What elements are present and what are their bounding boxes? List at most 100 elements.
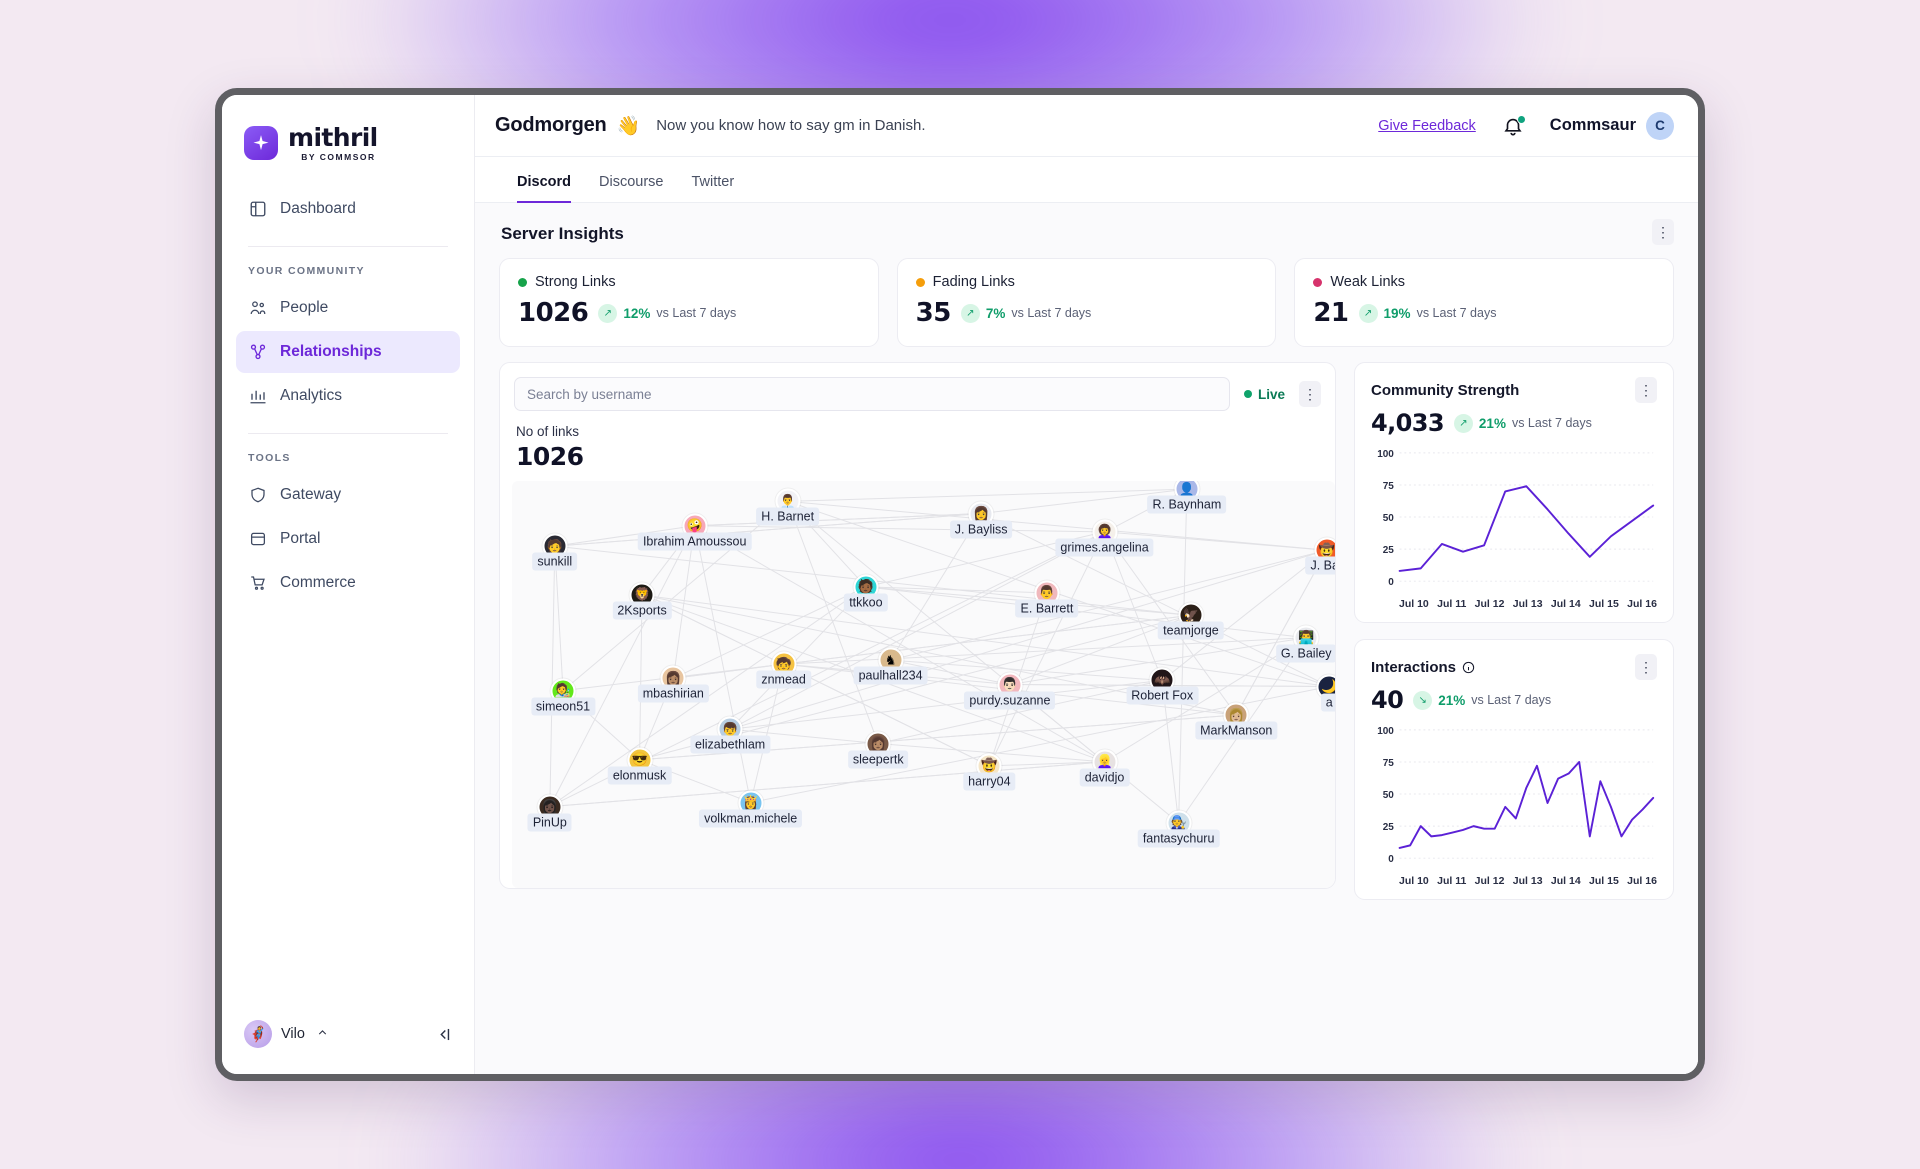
info-icon[interactable] bbox=[1462, 661, 1475, 674]
graph-node[interactable]: 🦅 teamjorge bbox=[1158, 602, 1224, 640]
top-bar-right: Give Feedback Commsaur C bbox=[1378, 111, 1674, 140]
workspace-name: Vilo bbox=[281, 1026, 305, 1042]
chevron-up-icon[interactable] bbox=[316, 1026, 329, 1042]
node-label: a bbox=[1320, 693, 1335, 712]
sidebar-item-relationships[interactable]: Relationships bbox=[236, 330, 460, 373]
svg-text:50: 50 bbox=[1383, 513, 1394, 524]
stat-card-body: 35 ↗ 7% vs Last 7 days bbox=[916, 298, 1258, 328]
node-label: MarkManson bbox=[1195, 721, 1278, 740]
svg-text:0: 0 bbox=[1388, 854, 1394, 865]
graph-node[interactable]: 🤪 Ibrahim Amoussou bbox=[637, 513, 752, 551]
stat-card-weak-links[interactable]: Weak Links 21 ↗ 19% vs Last 7 days bbox=[1294, 258, 1675, 347]
node-label: sunkill bbox=[532, 552, 578, 571]
stat-value: 1026 bbox=[518, 298, 589, 328]
graph-node[interactable]: 🤠J. Bar bbox=[1305, 537, 1335, 575]
sidebar-item-dashboard[interactable]: Dashboard bbox=[236, 188, 460, 230]
cart-icon bbox=[248, 573, 267, 592]
brand-subtitle: BY COMMSOR bbox=[301, 152, 376, 162]
x-tick-label: Jul 14 bbox=[1550, 875, 1581, 887]
workspace-switcher[interactable]: 🦸 Vilo bbox=[222, 1020, 474, 1074]
insights-menu-button[interactable]: ⋮ bbox=[1652, 219, 1674, 245]
node-label: PinUp bbox=[527, 813, 572, 832]
content-area: Server Insights ⋮ Strong Links 1026 ↗ 12… bbox=[475, 203, 1698, 1074]
sidebar: mithril BY COMMSOR Dashboard YOUR COMMUN… bbox=[222, 95, 475, 1074]
graph-node[interactable]: 👩🏽 sleepertk bbox=[847, 731, 909, 768]
graph-node[interactable]: 👩🏿 PinUp bbox=[527, 794, 572, 832]
trend-up-icon: ↗ bbox=[1358, 303, 1378, 323]
sidebar-item-commerce[interactable]: Commerce bbox=[236, 562, 460, 604]
graph-node[interactable]: 👨 E. Barrett bbox=[1015, 580, 1079, 618]
sidebar-item-analytics[interactable]: Analytics bbox=[236, 375, 460, 417]
graph-node[interactable]: 🧑‍🎨 simeon51 bbox=[530, 678, 596, 716]
graph-node[interactable]: 👩🏽 mbashirian bbox=[637, 665, 709, 703]
stat-card-body: 21 ↗ 19% vs Last 7 days bbox=[1313, 298, 1655, 328]
interactions-card: Interactions ⋮ 40 ↘ 21% vs Last 7 days 0… bbox=[1354, 639, 1674, 900]
graph-node[interactable]: 🧑 sunkill bbox=[532, 533, 578, 571]
notifications-button[interactable] bbox=[1502, 114, 1526, 137]
dashboard-icon bbox=[248, 199, 267, 218]
node-label: elonmusk bbox=[607, 766, 672, 785]
live-indicator[interactable]: Live bbox=[1243, 387, 1285, 402]
tab-discourse[interactable]: Discourse bbox=[599, 174, 663, 203]
stat-label: Strong Links bbox=[535, 274, 616, 290]
graph-node[interactable]: 🧑🏾 ttkkoo bbox=[844, 574, 888, 612]
node-label: harry04 bbox=[963, 772, 1016, 791]
stat-trend: ↗ 7% vs Last 7 days bbox=[960, 303, 1091, 323]
sidebar-item-portal[interactable]: Portal bbox=[236, 518, 460, 560]
sidebar-item-people[interactable]: People bbox=[236, 287, 460, 329]
tab-twitter[interactable]: Twitter bbox=[691, 174, 734, 203]
community-strength-menu-button[interactable]: ⋮ bbox=[1635, 377, 1657, 403]
brand-logo[interactable]: mithril BY COMMSOR bbox=[222, 119, 474, 162]
sidebar-item-gateway[interactable]: Gateway bbox=[236, 474, 460, 516]
interactions-menu-button[interactable]: ⋮ bbox=[1635, 654, 1657, 680]
node-label: volkman.michele bbox=[699, 809, 803, 828]
graph-node[interactable]: 👩🏼 MarkManson bbox=[1195, 702, 1278, 740]
node-label: R. Baynham bbox=[1147, 495, 1227, 514]
stat-card-strong-links[interactable]: Strong Links 1026 ↗ 12% vs Last 7 days bbox=[499, 258, 879, 347]
graph-node[interactable]: 👸 volkman.michele bbox=[699, 790, 803, 828]
graph-node[interactable]: 👩‍🦱 grimes.angelina bbox=[1055, 519, 1154, 557]
graph-menu-button[interactable]: ⋮ bbox=[1299, 381, 1321, 407]
graph-node[interactable]: 🌙a bbox=[1316, 674, 1335, 712]
graph-node[interactable]: 🤠 harry04 bbox=[963, 753, 1016, 791]
top-bar: Godmorgen 👋 Now you know how to say gm i… bbox=[475, 95, 1698, 157]
graph-node[interactable]: 👦 elizabethlam bbox=[690, 716, 771, 754]
graph-node[interactable]: 🦇 Robert Fox bbox=[1126, 667, 1199, 705]
graph-node[interactable]: 😎 elonmusk bbox=[607, 747, 672, 785]
svg-text:0: 0 bbox=[1388, 577, 1394, 588]
graph-node[interactable]: 👨‍💼 H. Barnet bbox=[756, 488, 820, 526]
chart-trend: ↘ 21% vs Last 7 days bbox=[1413, 690, 1551, 710]
collapse-sidebar-icon[interactable] bbox=[435, 1025, 454, 1044]
graph-node[interactable]: 👱‍♀️ davidjo bbox=[1079, 749, 1130, 787]
graph-node[interactable]: 🧑‍🔧 fantasychuru bbox=[1137, 810, 1220, 848]
trend-percent: 21% bbox=[1478, 415, 1506, 431]
graph-node[interactable]: 👩 J. Bayliss bbox=[949, 501, 1013, 539]
chart-title: Interactions bbox=[1371, 659, 1475, 676]
notification-badge bbox=[1516, 114, 1526, 124]
graph-node[interactable]: 👨🏻 purdy.suzanne bbox=[964, 672, 1056, 709]
user-menu[interactable]: Commsaur C bbox=[1550, 111, 1674, 140]
graph-canvas[interactable]: 👨‍💼 H. Barnet 🤪 Ibrahim Amoussou 👩 J. Bayliss… bbox=[512, 481, 1335, 888]
graph-node[interactable]: 🦁 2Ksports bbox=[612, 582, 672, 620]
stat-card-fading-links[interactable]: Fading Links 35 ↗ 7% vs Last 7 days bbox=[896, 258, 1277, 347]
tab-discord[interactable]: Discord bbox=[517, 174, 571, 203]
search-input[interactable] bbox=[514, 377, 1230, 411]
graph-node[interactable]: 👨‍💻 G. Bailey bbox=[1275, 625, 1335, 663]
shield-icon bbox=[248, 485, 267, 504]
graph-node[interactable]: ♞ paulhall234 bbox=[853, 647, 928, 685]
insights-header: Server Insights ⋮ bbox=[499, 219, 1674, 245]
stat-card-header: Strong Links bbox=[518, 274, 860, 290]
brand-name: mithril bbox=[288, 123, 378, 152]
portal-icon bbox=[248, 529, 267, 548]
sidebar-item-label: People bbox=[280, 298, 329, 316]
interactions-xaxis: Jul 10 Jul 11 Jul 12 Jul 13 Jul 14 Jul 15 Jul … bbox=[1371, 872, 1657, 887]
graph-node[interactable]: 👤 R. Baynham bbox=[1147, 481, 1227, 514]
sidebar-item-label: Relationships bbox=[280, 342, 382, 360]
sidebar-item-label: Gateway bbox=[280, 485, 342, 503]
graph-node[interactable]: 🧒 znmead bbox=[756, 651, 811, 689]
trend-percent: 19% bbox=[1383, 305, 1411, 321]
x-tick-label: Jul 11 bbox=[1437, 875, 1467, 887]
community-strength-plot: 0 25 50 75 100 bbox=[1371, 447, 1657, 595]
give-feedback-link[interactable]: Give Feedback bbox=[1378, 118, 1476, 134]
app-window: mithril BY COMMSOR Dashboard YOUR COMMUN… bbox=[215, 88, 1705, 1081]
